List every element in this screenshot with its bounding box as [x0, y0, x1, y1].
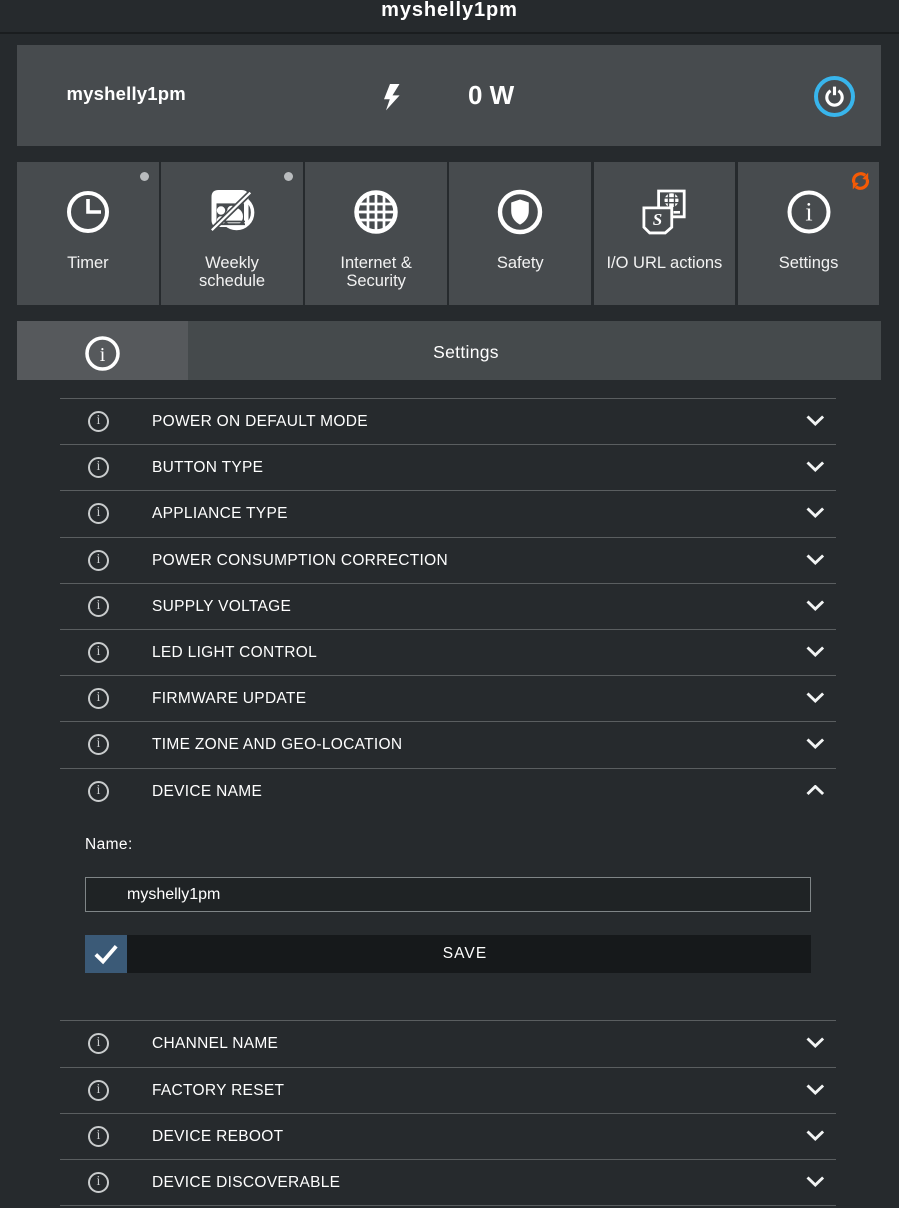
svg-text:S: S	[653, 210, 662, 229]
svg-text:i: i	[805, 197, 812, 226]
